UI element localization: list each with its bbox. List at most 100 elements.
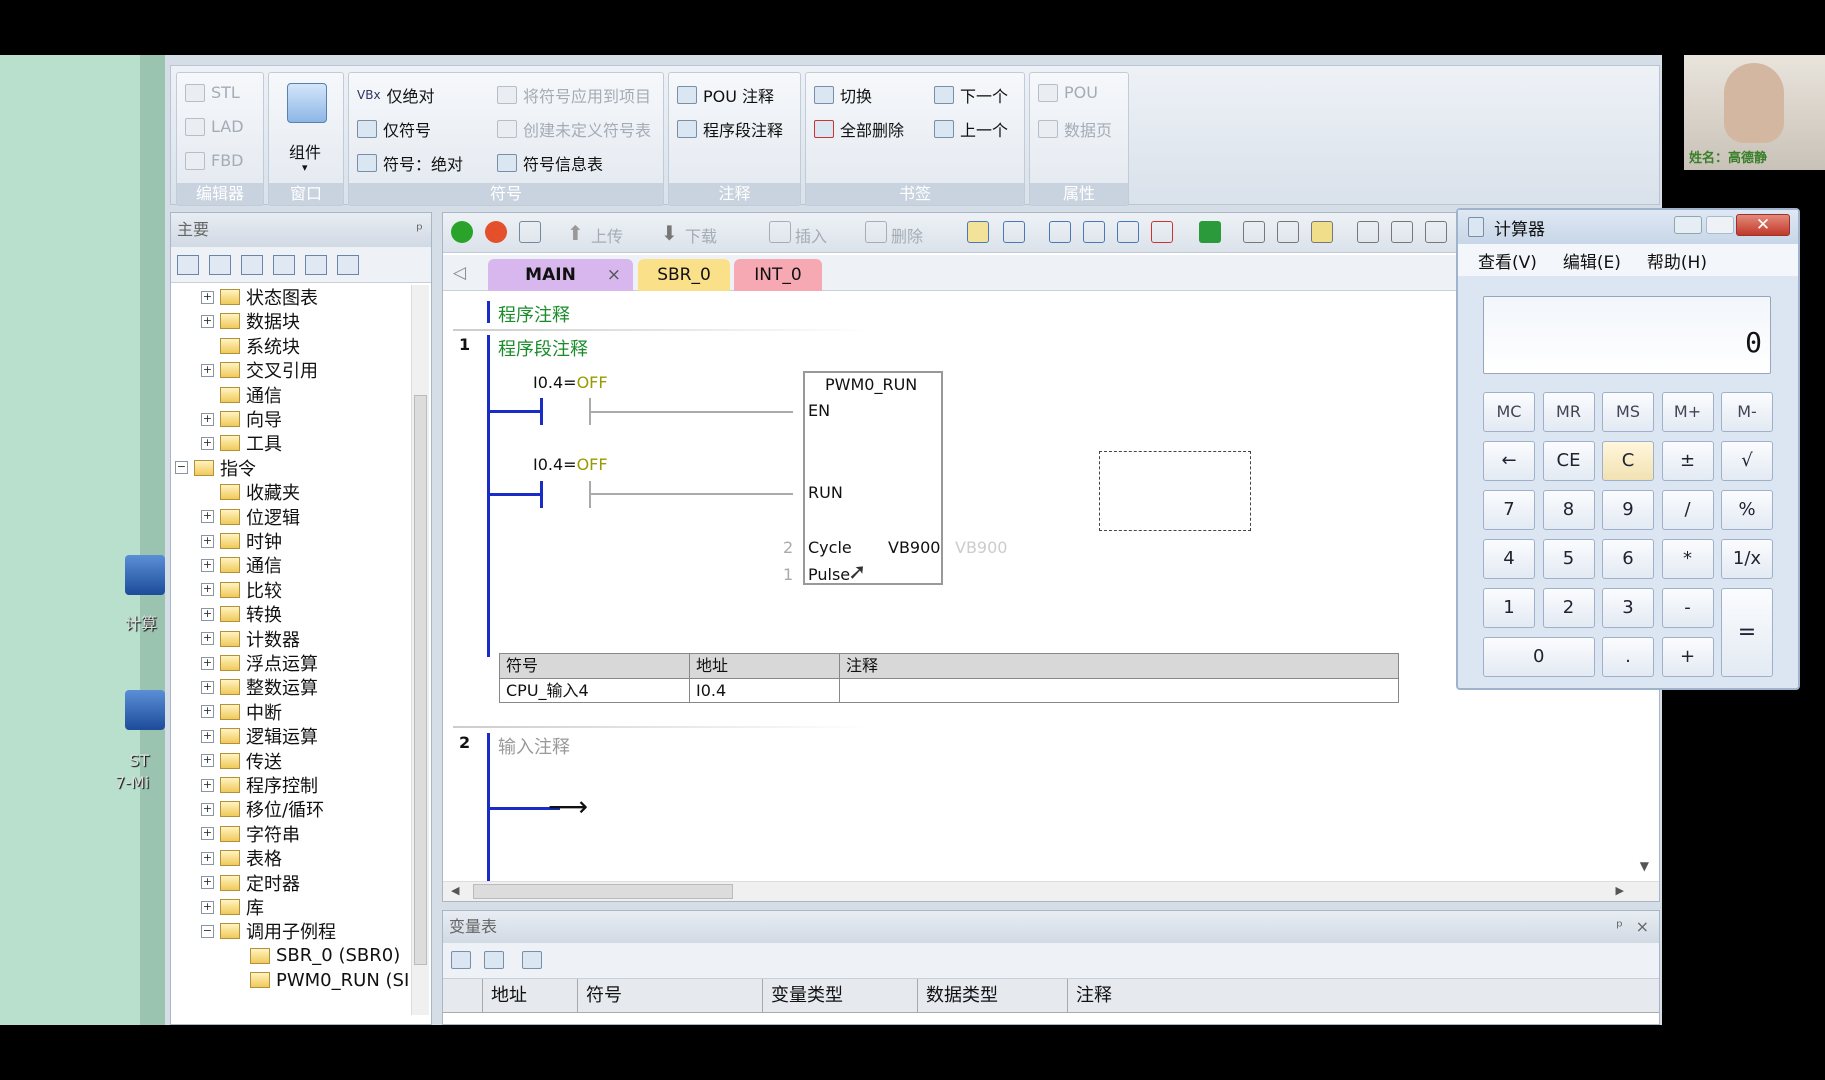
lock2-icon[interactable] — [1277, 221, 1299, 243]
scroll-left-icon[interactable]: ◀ — [451, 884, 459, 897]
calc-key-percent[interactable]: % — [1721, 490, 1773, 530]
component-button[interactable]: 组件 — [289, 139, 321, 163]
calc-key-equals[interactable]: = — [1721, 588, 1773, 677]
close-icon[interactable]: × — [607, 259, 621, 291]
symbol-info-button[interactable]: 符号信息表 — [497, 151, 603, 175]
tree-item[interactable]: − 指令 — [175, 456, 256, 480]
calc-key-divide[interactable]: / — [1661, 490, 1714, 530]
insert-label[interactable]: 插入 — [795, 223, 827, 247]
scroll-thumb[interactable] — [473, 884, 733, 899]
scroll-down-icon[interactable]: ▼ — [1640, 859, 1649, 873]
line-down-icon[interactable] — [1391, 221, 1413, 243]
tab-scroll-left-icon[interactable]: ◁ — [453, 263, 466, 283]
unlock-icon[interactable] — [1311, 221, 1333, 243]
calc-key-mem-store[interactable]: MS — [1602, 392, 1654, 432]
stl-button[interactable]: STL — [185, 83, 240, 102]
tree-item[interactable]: + 通信 — [201, 553, 282, 577]
program-comment[interactable]: 程序注释 — [498, 301, 570, 327]
calc-key-mem-recall[interactable]: MR — [1542, 392, 1595, 432]
lad-button[interactable]: LAD — [185, 117, 244, 136]
expand-toggle-icon[interactable]: + — [201, 583, 214, 597]
pulse-param[interactable]: 1 — [783, 565, 793, 584]
calc-key-clear-entry[interactable]: CE — [1542, 441, 1595, 481]
calc-key-plus[interactable]: + — [1661, 637, 1714, 677]
tree-item[interactable]: + 计数器 — [201, 627, 300, 651]
menu-edit[interactable]: 编辑(E) — [1563, 248, 1621, 273]
calc-key-multiply[interactable]: * — [1661, 539, 1714, 579]
tree-item[interactable]: + 交叉引用 — [201, 358, 318, 382]
branch-icon[interactable] — [1357, 221, 1379, 243]
link-icon[interactable] — [1083, 221, 1105, 243]
tree-item[interactable]: + 程序控制 — [201, 773, 318, 797]
upload-icon[interactable]: ⬆ — [567, 221, 589, 245]
create-undefined-symbols-button[interactable]: 创建未定义符号表 — [497, 117, 651, 141]
program-status-icon[interactable] — [967, 221, 989, 243]
compile-icon[interactable] — [519, 221, 541, 243]
monitor-icon[interactable] — [337, 255, 359, 275]
expand-toggle-icon[interactable]: + — [201, 412, 214, 426]
tree-item[interactable]: + 时钟 — [201, 529, 282, 553]
delete-network-icon[interactable] — [865, 221, 887, 243]
upload-label[interactable]: 上传 — [591, 223, 623, 247]
menu-view[interactable]: 查看(V) — [1478, 248, 1537, 273]
view-icon[interactable] — [177, 255, 199, 275]
tree-item[interactable]: + 位逻辑 — [201, 505, 300, 529]
tree-item[interactable]: + 中断 — [201, 700, 282, 724]
run-icon[interactable] — [451, 221, 473, 243]
pin-icon[interactable]: ᵖ — [416, 213, 423, 247]
next-bookmark-button[interactable]: 下一个 — [934, 83, 1008, 107]
prev-bookmark-button[interactable]: 上一个 — [934, 117, 1008, 141]
expand-toggle-icon[interactable]: + — [201, 607, 214, 621]
toggle-bookmark-button[interactable]: 切换 — [814, 83, 872, 107]
close-button[interactable]: ✕ — [1736, 214, 1790, 236]
box-icon[interactable] — [1049, 221, 1071, 243]
lock-icon[interactable] — [1243, 221, 1265, 243]
tree-item[interactable]: + 比较 — [201, 578, 282, 602]
calc-key-decimal[interactable]: . — [1602, 637, 1654, 677]
expand-toggle-icon[interactable]: + — [201, 900, 214, 914]
tree-item[interactable]: PWM0_RUN (SI — [231, 968, 409, 992]
step7-desktop-icon[interactable] — [125, 690, 165, 730]
calculator-desktop-icon[interactable] — [125, 555, 165, 595]
calc-key-backspace[interactable]: ← — [1483, 441, 1535, 481]
tree-item[interactable]: + 逻辑运算 — [201, 724, 318, 748]
calc-key-digit-9[interactable]: 9 — [1602, 490, 1654, 530]
symbol-only-button[interactable]: 仅符号 — [357, 117, 431, 141]
expand-toggle-icon[interactable]: + — [201, 754, 214, 768]
tree-item[interactable]: + 数据块 — [201, 309, 300, 333]
calc-key-mem-subtract[interactable]: M- — [1721, 392, 1773, 432]
expand-toggle-icon[interactable]: + — [201, 802, 214, 816]
tree-item[interactable]: + 状态图表 — [201, 285, 318, 309]
link2-icon[interactable] — [1117, 221, 1139, 243]
expand-toggle-icon[interactable]: + — [201, 851, 214, 865]
calc-key-sign[interactable]: ± — [1661, 441, 1714, 481]
expand-toggle-icon[interactable]: + — [201, 729, 214, 743]
absolute-only-button[interactable]: VBx 仅绝对 — [357, 83, 435, 107]
expand-toggle-icon[interactable]: + — [201, 827, 214, 841]
calc-key-reciprocal[interactable]: 1/x — [1721, 539, 1773, 579]
pou-comment-button[interactable]: POU 注释 — [677, 83, 774, 107]
calc-key-digit-6[interactable]: 6 — [1602, 539, 1654, 579]
fbd-button[interactable]: FBD — [185, 151, 244, 170]
tab-main[interactable]: MAIN × — [488, 259, 633, 291]
calc-key-mem-add[interactable]: M+ — [1661, 392, 1714, 432]
expand-toggle-icon[interactable]: + — [201, 558, 214, 572]
expand-toggle-icon[interactable]: + — [201, 363, 214, 377]
scroll-thumb[interactable] — [414, 395, 427, 965]
calc-key-digit-5[interactable]: 5 — [1542, 539, 1595, 579]
goto-icon[interactable] — [1199, 221, 1221, 243]
expand-toggle-icon[interactable]: + — [201, 876, 214, 890]
expand-toggle-icon[interactable]: + — [201, 778, 214, 792]
close-icon[interactable]: × — [1636, 911, 1649, 943]
tab-sbr0[interactable]: SBR_0 — [638, 259, 730, 291]
expand-toggle-icon[interactable]: − — [201, 924, 214, 938]
expand-toggle-icon[interactable]: + — [201, 314, 214, 328]
expand-toggle-icon[interactable]: + — [201, 510, 214, 524]
tree-item[interactable]: SBR_0 (SBR0) — [231, 944, 400, 968]
cycle-param[interactable]: 2 — [783, 538, 793, 557]
table-row[interactable]: CPU_输入4 I0.4 — [500, 679, 1398, 702]
expand-toggle-icon[interactable]: + — [201, 436, 214, 450]
expand-toggle-icon[interactable]: + — [201, 632, 214, 646]
page-icon[interactable] — [273, 255, 295, 275]
refresh-icon[interactable] — [521, 951, 542, 969]
